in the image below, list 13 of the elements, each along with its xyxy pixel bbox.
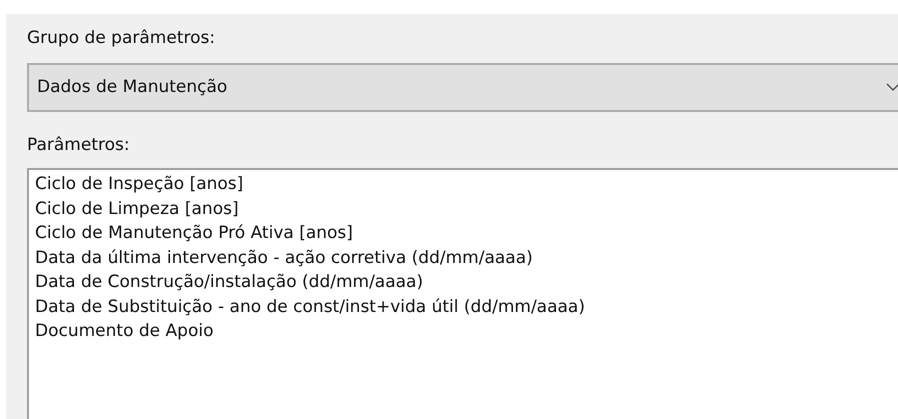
list-item[interactable]: Ciclo de Inspeção [anos] [35,172,244,196]
list-item[interactable]: Data de Construção/instalação (dd/mm/aaaa) [35,270,424,294]
chevron-down-icon [886,83,898,92]
group-label: Grupo de parâmetros: [27,27,216,50]
list-item[interactable]: Ciclo de Limpeza [anos] [35,196,239,221]
list-item[interactable]: Data de Substituição - ano de const/inst+vida útil (dd/mm/aaaa) [35,294,585,319]
group-dropdown[interactable]: Dados de Manutenção [27,63,898,112]
list-item[interactable]: Data da última intervenção - ação corretiva (dd/mm/aaaa) [35,246,533,270]
params-label: Parâmetros: [27,134,131,157]
dropdown-value: Dados de Manutenção [37,76,228,99]
list-item[interactable]: Ciclo de Manutenção Pró Ativa [anos] [35,221,353,246]
list-item[interactable]: Documento de Apoio [35,319,214,344]
params-listbox[interactable] [27,168,898,419]
